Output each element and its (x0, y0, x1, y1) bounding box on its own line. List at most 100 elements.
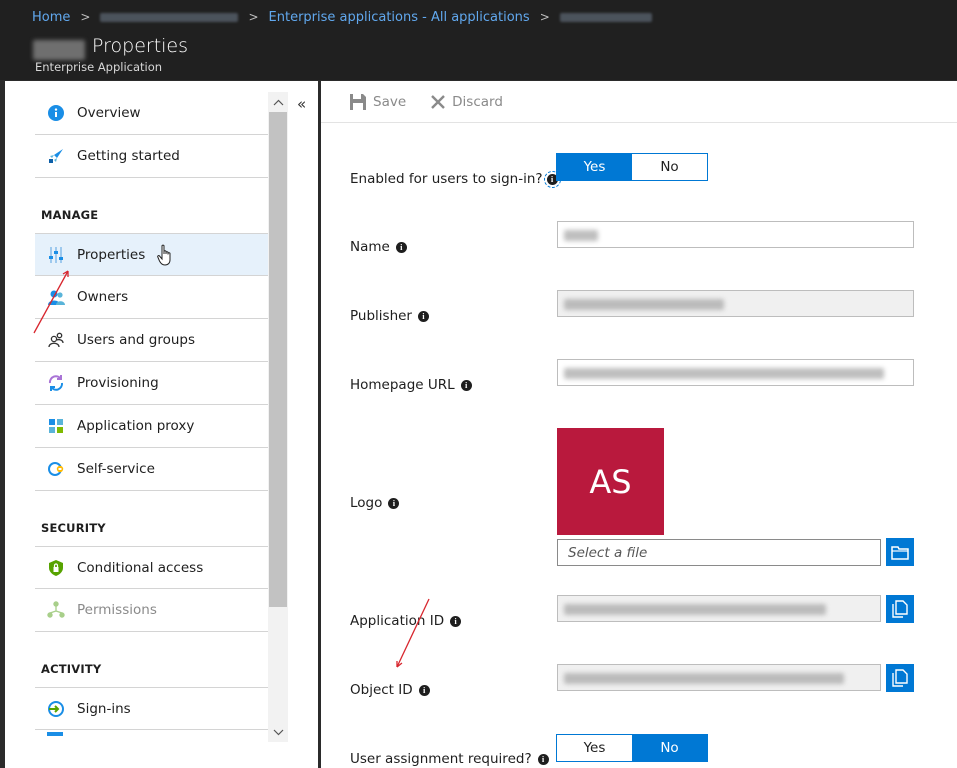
breadcrumb-enterprise-apps[interactable]: Enterprise applications - All applicatio… (269, 10, 530, 25)
nav-label: Owners (77, 289, 129, 305)
info-icon[interactable]: i (450, 615, 462, 627)
info-icon[interactable]: i (418, 684, 430, 696)
publisher-label: Publisher i (350, 308, 429, 324)
hand-cursor-icon (157, 244, 171, 266)
scroll-up-icon[interactable] (268, 92, 288, 112)
self-service-icon (47, 460, 65, 478)
save-label: Save (373, 93, 407, 110)
save-icon (350, 93, 366, 110)
object-id-label-text: Object ID (350, 682, 413, 698)
app-proxy-icon (47, 417, 65, 435)
owners-icon (47, 288, 65, 306)
object-id-input[interactable] (557, 664, 881, 691)
breadcrumb-app-redacted[interactable] (559, 12, 652, 22)
name-input[interactable] (557, 221, 914, 248)
nav-item-users-groups[interactable]: Users and groups (35, 319, 268, 362)
page-header: Properties Enterprise Application (0, 34, 957, 80)
nav-item-app-proxy[interactable]: Application proxy (35, 405, 268, 448)
app-name-redacted (33, 40, 85, 60)
app-id-label-text: Application ID (350, 613, 445, 629)
enabled-yes-option[interactable]: Yes (557, 154, 632, 180)
users-icon (47, 331, 65, 349)
nav-item-overview[interactable]: Overview (35, 92, 268, 135)
nav-item-owners[interactable]: Owners (35, 276, 268, 319)
copy-object-id-button[interactable] (886, 664, 914, 692)
breadcrumb: Home > > Enterprise applications - All a… (0, 0, 957, 34)
discard-button[interactable]: Discard (430, 94, 503, 110)
enabled-label: Enabled for users to sign-in? i (350, 170, 561, 188)
nav-item-conditional-access[interactable]: Conditional access (35, 546, 268, 589)
section-heading-activity: ACTIVITY (41, 662, 102, 676)
discard-label: Discard (452, 93, 503, 110)
info-icon[interactable]: i (417, 310, 429, 322)
page-title: Properties (92, 35, 189, 57)
assignment-yes-option[interactable]: Yes (557, 735, 632, 761)
scroll-down-icon[interactable] (268, 722, 288, 742)
nav-item-partial (35, 730, 268, 738)
nav-item-provisioning[interactable]: Provisioning (35, 362, 268, 405)
properties-blade: Save Discard Enabled for users to sign-i… (321, 81, 957, 768)
permissions-icon (47, 601, 65, 619)
browse-file-button[interactable] (886, 538, 914, 566)
app-id-input[interactable] (557, 595, 881, 622)
annotation-arrow (396, 598, 430, 668)
copy-app-id-button[interactable] (886, 595, 914, 623)
enabled-no-option[interactable]: No (632, 154, 707, 180)
chevron-right-icon: > (248, 10, 259, 24)
object-id-value-redacted (564, 673, 844, 684)
collapse-menu-button[interactable]: « (297, 95, 306, 113)
nav-label: Permissions (77, 602, 157, 618)
chevron-right-icon: > (80, 10, 91, 24)
homepage-label: Homepage URL i (350, 377, 472, 393)
audit-icon (47, 732, 63, 736)
assignment-label: User assignment required? i (350, 751, 549, 767)
sign-in-icon (47, 700, 65, 718)
enabled-toggle: Yes No (556, 153, 708, 181)
info-icon (47, 104, 65, 122)
publisher-value-redacted (564, 299, 724, 310)
breadcrumb-home[interactable]: Home (32, 10, 70, 25)
object-id-label: Object ID i (350, 682, 430, 698)
name-label-text: Name (350, 239, 390, 255)
name-label: Name i (350, 239, 407, 255)
sync-icon (47, 374, 65, 392)
logo-label: Logo i (350, 495, 400, 511)
logo-file-input[interactable]: Select a file (557, 539, 881, 566)
app-id-label: Application ID i (350, 613, 462, 629)
nav-label: Properties (77, 246, 146, 263)
copy-icon (892, 669, 908, 687)
publisher-label-text: Publisher (350, 308, 412, 324)
breadcrumb-tenant-redacted[interactable] (100, 12, 239, 22)
info-icon[interactable]: i (388, 497, 400, 509)
nav-label: Sign-ins (77, 700, 131, 717)
logo-label-text: Logo (350, 495, 383, 511)
save-button[interactable]: Save (349, 93, 406, 111)
info-icon[interactable]: i (537, 753, 549, 765)
homepage-value-redacted (564, 368, 884, 379)
folder-icon (891, 545, 909, 560)
resource-menu: Overview Getting started MANAGE Properti… (5, 81, 318, 768)
app-id-value-redacted (564, 604, 826, 615)
nav-scrollbar[interactable] (268, 92, 288, 742)
nav-label: Provisioning (77, 375, 159, 391)
nav-label: Users and groups (77, 332, 196, 348)
close-icon (431, 94, 445, 109)
section-heading-security: SECURITY (41, 521, 106, 535)
homepage-input[interactable] (557, 359, 914, 386)
info-icon[interactable]: i (395, 241, 407, 253)
homepage-label-text: Homepage URL (350, 377, 455, 393)
nav-item-getting-started[interactable]: Getting started (35, 135, 268, 178)
nav-label: Application proxy (77, 418, 195, 434)
name-value-redacted (564, 230, 598, 241)
assignment-label-text: User assignment required? (350, 751, 532, 767)
nav-item-properties[interactable]: Properties (35, 233, 268, 276)
nav-item-sign-ins[interactable]: Sign-ins (35, 687, 268, 730)
publisher-input[interactable] (557, 290, 914, 317)
scroll-thumb[interactable] (269, 112, 287, 607)
assignment-toggle: Yes No (556, 734, 708, 762)
nav-list: Overview Getting started MANAGE Properti… (35, 92, 268, 738)
assignment-no-option[interactable]: No (632, 735, 707, 761)
nav-item-self-service[interactable]: Self-service (35, 448, 268, 491)
nav-item-permissions[interactable]: Permissions (35, 589, 268, 632)
info-icon[interactable]: i (460, 379, 472, 391)
